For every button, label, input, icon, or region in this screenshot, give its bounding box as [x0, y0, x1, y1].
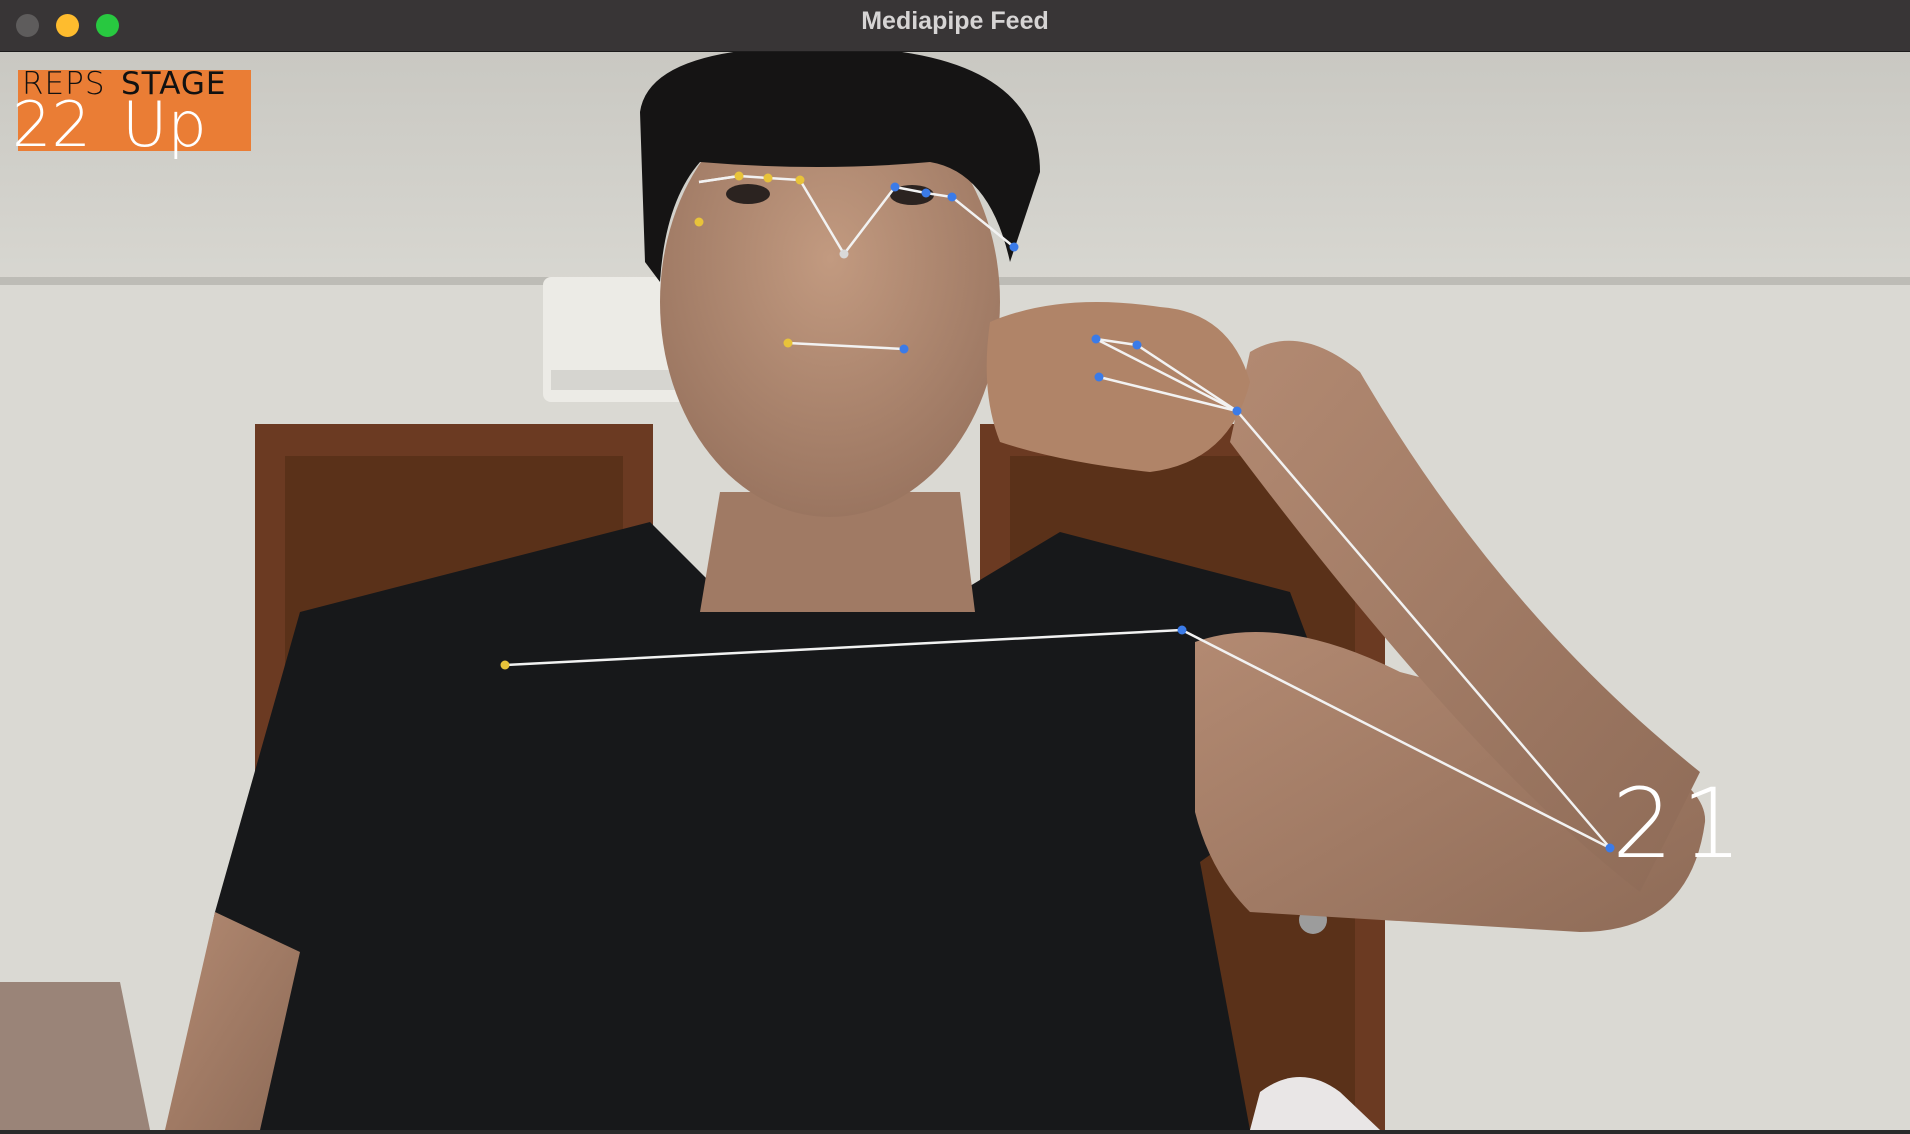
window-bottom-edge: [0, 1130, 1910, 1134]
elbow-angle-value: 21: [1612, 768, 1751, 880]
camera-scene: [0, 52, 1910, 1130]
landmark-left-eye-inner: [795, 175, 805, 185]
fist: [986, 302, 1250, 472]
landmark-right-wrist: [1232, 406, 1242, 416]
landmark-left-eye-outer: [734, 171, 744, 181]
title-bar[interactable]: Mediapipe Feed: [0, 0, 1910, 52]
landmark-right-eye: [921, 188, 931, 198]
landmark-left-ear: [694, 217, 704, 227]
landmark-right-shoulder: [1177, 625, 1187, 635]
landmark-right-pinky: [1132, 340, 1142, 350]
left-eye: [726, 184, 770, 204]
landmark-right-eye-outer: [947, 192, 957, 202]
landmark-right-index: [1091, 334, 1101, 344]
reps-value: 22: [12, 88, 91, 161]
camera-feed: REPS STAGE 22 Up 21: [0, 52, 1910, 1130]
window-title: Mediapipe Feed: [861, 7, 1049, 35]
app-window: Mediapipe Feed REPS STAGE 22 Up 21: [0, 0, 1910, 1134]
landmark-mouth-left: [783, 338, 793, 348]
landmark-right-eye-inner: [890, 182, 900, 192]
landmark-nose: [839, 249, 849, 259]
landmark-right-thumb: [1094, 372, 1104, 382]
landmark-mouth-right: [899, 344, 909, 354]
t-shirt: [170, 522, 1320, 1130]
landmark-left-eye: [763, 173, 773, 183]
stage-value: Up: [122, 88, 207, 161]
landmark-right-ear: [1009, 242, 1019, 252]
landmark-left-shoulder: [500, 660, 510, 670]
